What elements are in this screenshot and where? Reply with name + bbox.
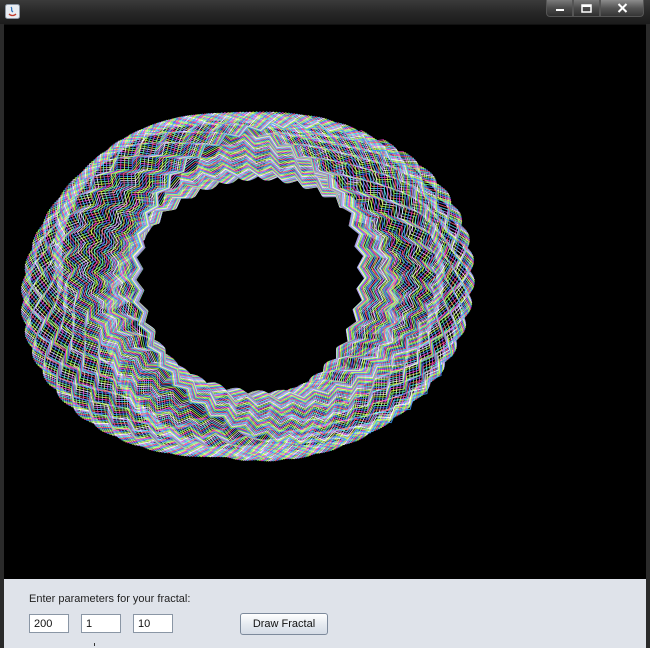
minimize-button[interactable] [546, 0, 573, 17]
draw-fractal-button[interactable]: Draw Fractal [240, 613, 328, 635]
fractal-drawing [20, 111, 475, 462]
close-button[interactable] [600, 0, 644, 17]
parameter-input-1[interactable] [29, 614, 69, 633]
maximize-icon [581, 3, 592, 13]
window-frame-right [646, 24, 650, 648]
app-window: Enter parameters for your fractal: Draw … [0, 0, 650, 648]
title-bar[interactable] [0, 0, 650, 25]
parameter-prompt: Enter parameters for your fractal: [29, 593, 191, 605]
parameter-panel: Enter parameters for your fractal: Draw … [4, 579, 646, 648]
fractal-canvas [4, 25, 646, 579]
maximize-button[interactable] [573, 0, 600, 17]
close-icon [617, 3, 627, 13]
window-controls [546, 0, 644, 18]
panel-mark [94, 643, 95, 646]
minimize-icon [555, 9, 564, 11]
parameter-input-2[interactable] [81, 614, 121, 633]
java-app-icon[interactable] [5, 4, 20, 19]
parameter-input-3[interactable] [133, 614, 173, 633]
